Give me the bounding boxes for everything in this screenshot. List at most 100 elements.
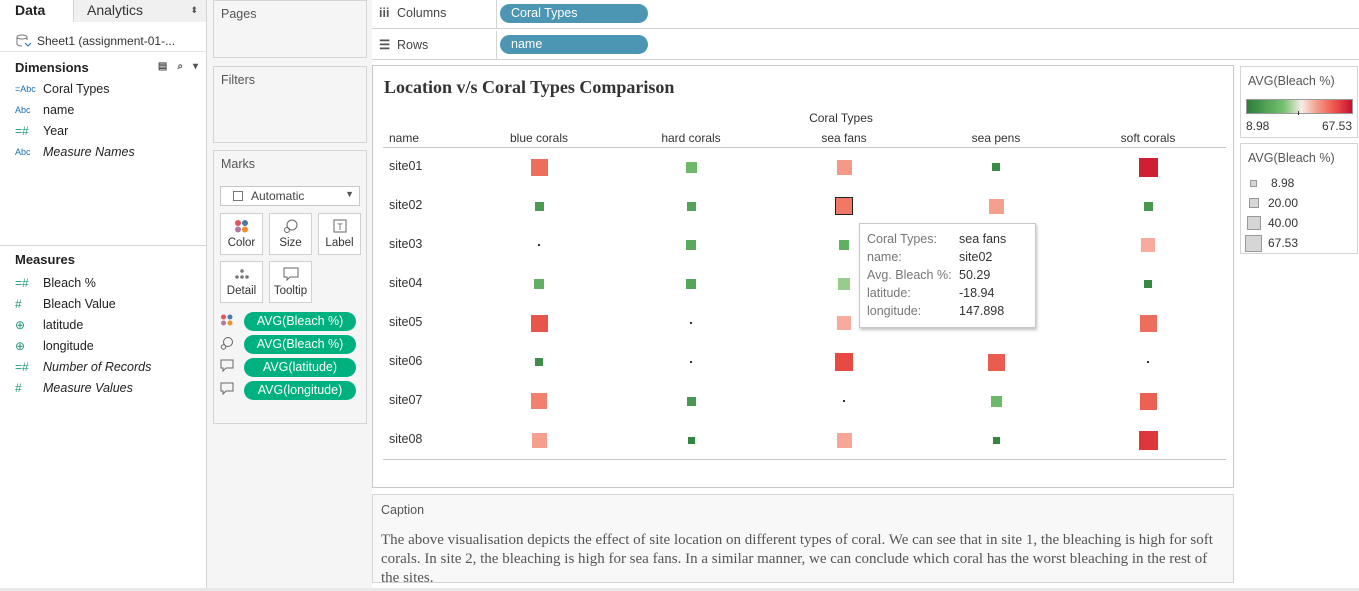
heatmap-mark[interactable] (1147, 361, 1149, 363)
heatmap-mark[interactable] (531, 159, 548, 176)
heatmap-mark[interactable] (843, 400, 845, 402)
chevron-down-icon[interactable]: ▾ (193, 61, 198, 72)
heatmap-mark[interactable] (1139, 158, 1158, 177)
column-header[interactable]: blue corals (479, 131, 599, 145)
row-label[interactable]: site05 (389, 315, 422, 329)
size-legend-item: 20.00 (1245, 193, 1298, 213)
tab-arrows-icon[interactable]: ⬍ (190, 0, 198, 21)
heatmap-mark[interactable] (993, 437, 1000, 444)
pill-avg-bleach-size[interactable]: AVG(Bleach %) (244, 334, 356, 354)
mark-pill-size[interactable]: AVG(Bleach %) (220, 334, 356, 354)
heatmap-mark[interactable] (534, 279, 544, 289)
heatmap-mark[interactable] (531, 315, 548, 332)
data-source-item[interactable]: Sheet1 (assignment-01-... (0, 22, 206, 52)
heatmap-mark[interactable] (837, 160, 852, 175)
label-button[interactable]: T Label (318, 213, 361, 255)
heatmap-mark[interactable] (1140, 393, 1157, 410)
heatmap-mark[interactable] (1140, 315, 1157, 332)
heatmap-mark[interactable] (688, 437, 695, 444)
heatmap-mark[interactable] (686, 240, 696, 250)
columns-label-text: Columns (397, 6, 447, 20)
dimension-field[interactable]: Abc name (0, 99, 206, 120)
heatmap-mark[interactable] (839, 240, 849, 250)
view-list-icon[interactable]: ▤ (158, 61, 167, 72)
dimension-field[interactable]: =Abc Coral Types (0, 78, 206, 99)
pill-avg-longitude[interactable]: AVG(longitude) (244, 380, 356, 400)
heatmap-mark[interactable] (687, 397, 696, 406)
row-label[interactable]: site04 (389, 276, 422, 290)
tab-analytics[interactable]: Analytics ⬍ (74, 0, 206, 22)
measure-field[interactable]: =# Number of Records (0, 356, 207, 377)
measure-field[interactable]: # Measure Values (0, 377, 207, 398)
heatmap-mark[interactable] (835, 353, 853, 371)
rows-pill-name[interactable]: name (500, 35, 648, 54)
mark-pill-color[interactable]: AVG(Bleach %) (220, 311, 356, 331)
heatmap-mark[interactable] (690, 322, 692, 324)
heatmap-mark[interactable] (690, 361, 692, 363)
heatmap-mark[interactable] (989, 199, 1004, 214)
mark-type-dropdown[interactable]: Automatic ▼ (220, 186, 360, 206)
heatmap-mark[interactable] (1144, 202, 1153, 211)
dimension-field[interactable]: Abc Measure Names (0, 141, 206, 162)
heatmap-mark[interactable] (532, 433, 547, 448)
rows-label-text: Rows (397, 38, 429, 52)
square-mark-icon (233, 191, 243, 201)
dimension-field[interactable]: =# Year (0, 120, 206, 141)
pill-avg-bleach-color[interactable]: AVG(Bleach %) (244, 311, 356, 331)
mark-pill-tooltip-latitude[interactable]: AVG(latitude) (220, 357, 356, 377)
caption-panel[interactable]: Caption The above visualisation depicts … (372, 494, 1234, 583)
column-header[interactable]: hard corals (631, 131, 751, 145)
measure-field[interactable]: =# Bleach % (0, 272, 207, 293)
heatmap-mark[interactable] (538, 244, 540, 246)
heatmap-mark[interactable] (686, 279, 696, 289)
columns-shelf[interactable]: iii Columns Coral Types (372, 0, 1359, 29)
row-label[interactable]: site08 (389, 432, 422, 446)
tooltip-value: 50.29 (959, 268, 991, 282)
size-legend-value: 40.00 (1268, 216, 1299, 230)
mark-pill-tooltip-longitude[interactable]: AVG(longitude) (220, 380, 356, 400)
heatmap-mark[interactable] (992, 163, 1000, 171)
pages-card[interactable]: Pages (213, 0, 367, 58)
row-label[interactable]: site02 (389, 198, 422, 212)
heatmap-mark[interactable] (535, 202, 544, 211)
pill-avg-latitude[interactable]: AVG(latitude) (244, 357, 356, 377)
column-header[interactable]: soft corals (1088, 131, 1208, 145)
heatmap-mark[interactable] (1141, 238, 1155, 252)
row-label[interactable]: site07 (389, 393, 422, 407)
heatmap-mark[interactable] (838, 278, 850, 290)
size-button[interactable]: Size (269, 213, 312, 255)
rows-shelf[interactable]: ☰ Rows name (372, 31, 1359, 60)
heatmap-mark[interactable] (837, 433, 852, 448)
color-button[interactable]: Color (220, 213, 263, 255)
column-header[interactable]: sea pens (936, 131, 1056, 145)
color-legend[interactable]: AVG(Bleach %) 8.98 67.53 (1240, 66, 1358, 138)
heatmap-mark[interactable] (531, 393, 547, 409)
column-header[interactable]: sea fans (784, 131, 904, 145)
row-label[interactable]: site01 (389, 159, 422, 173)
heatmap-mark[interactable] (837, 316, 851, 330)
size-icon (220, 336, 244, 353)
row-label[interactable]: site03 (389, 237, 422, 251)
heatmap-mark[interactable] (1144, 280, 1152, 288)
heatmap-mark[interactable] (535, 358, 543, 366)
filters-card[interactable]: Filters (213, 66, 367, 143)
measure-field[interactable]: ⊕ longitude (0, 335, 207, 356)
heatmap-mark-selected[interactable] (835, 197, 853, 215)
heatmap-mark[interactable] (991, 396, 1002, 407)
heatmap-mark[interactable] (988, 354, 1005, 371)
heatmap-mark[interactable] (1139, 431, 1158, 450)
detail-button[interactable]: Detail (220, 261, 263, 303)
search-icon[interactable]: ⌕ (177, 61, 183, 72)
measure-field[interactable]: ⊕ latitude (0, 314, 207, 335)
measure-field[interactable]: # Bleach Value (0, 293, 207, 314)
row-label[interactable]: site06 (389, 354, 422, 368)
viz-view[interactable]: Location v/s Coral Types Comparison Cora… (372, 65, 1234, 488)
heatmap-mark[interactable] (686, 162, 697, 173)
heatmap-mark[interactable] (687, 202, 696, 211)
field-type-icon: =Abc (15, 83, 36, 94)
size-legend[interactable]: AVG(Bleach %) 8.98 20.00 40.00 67.53 (1240, 143, 1358, 254)
columns-pill-coral-types[interactable]: Coral Types (500, 4, 648, 23)
tooltip-button[interactable]: Tooltip (269, 261, 312, 303)
tab-data[interactable]: Data (0, 0, 74, 22)
size-legend-value: 67.53 (1268, 236, 1299, 250)
